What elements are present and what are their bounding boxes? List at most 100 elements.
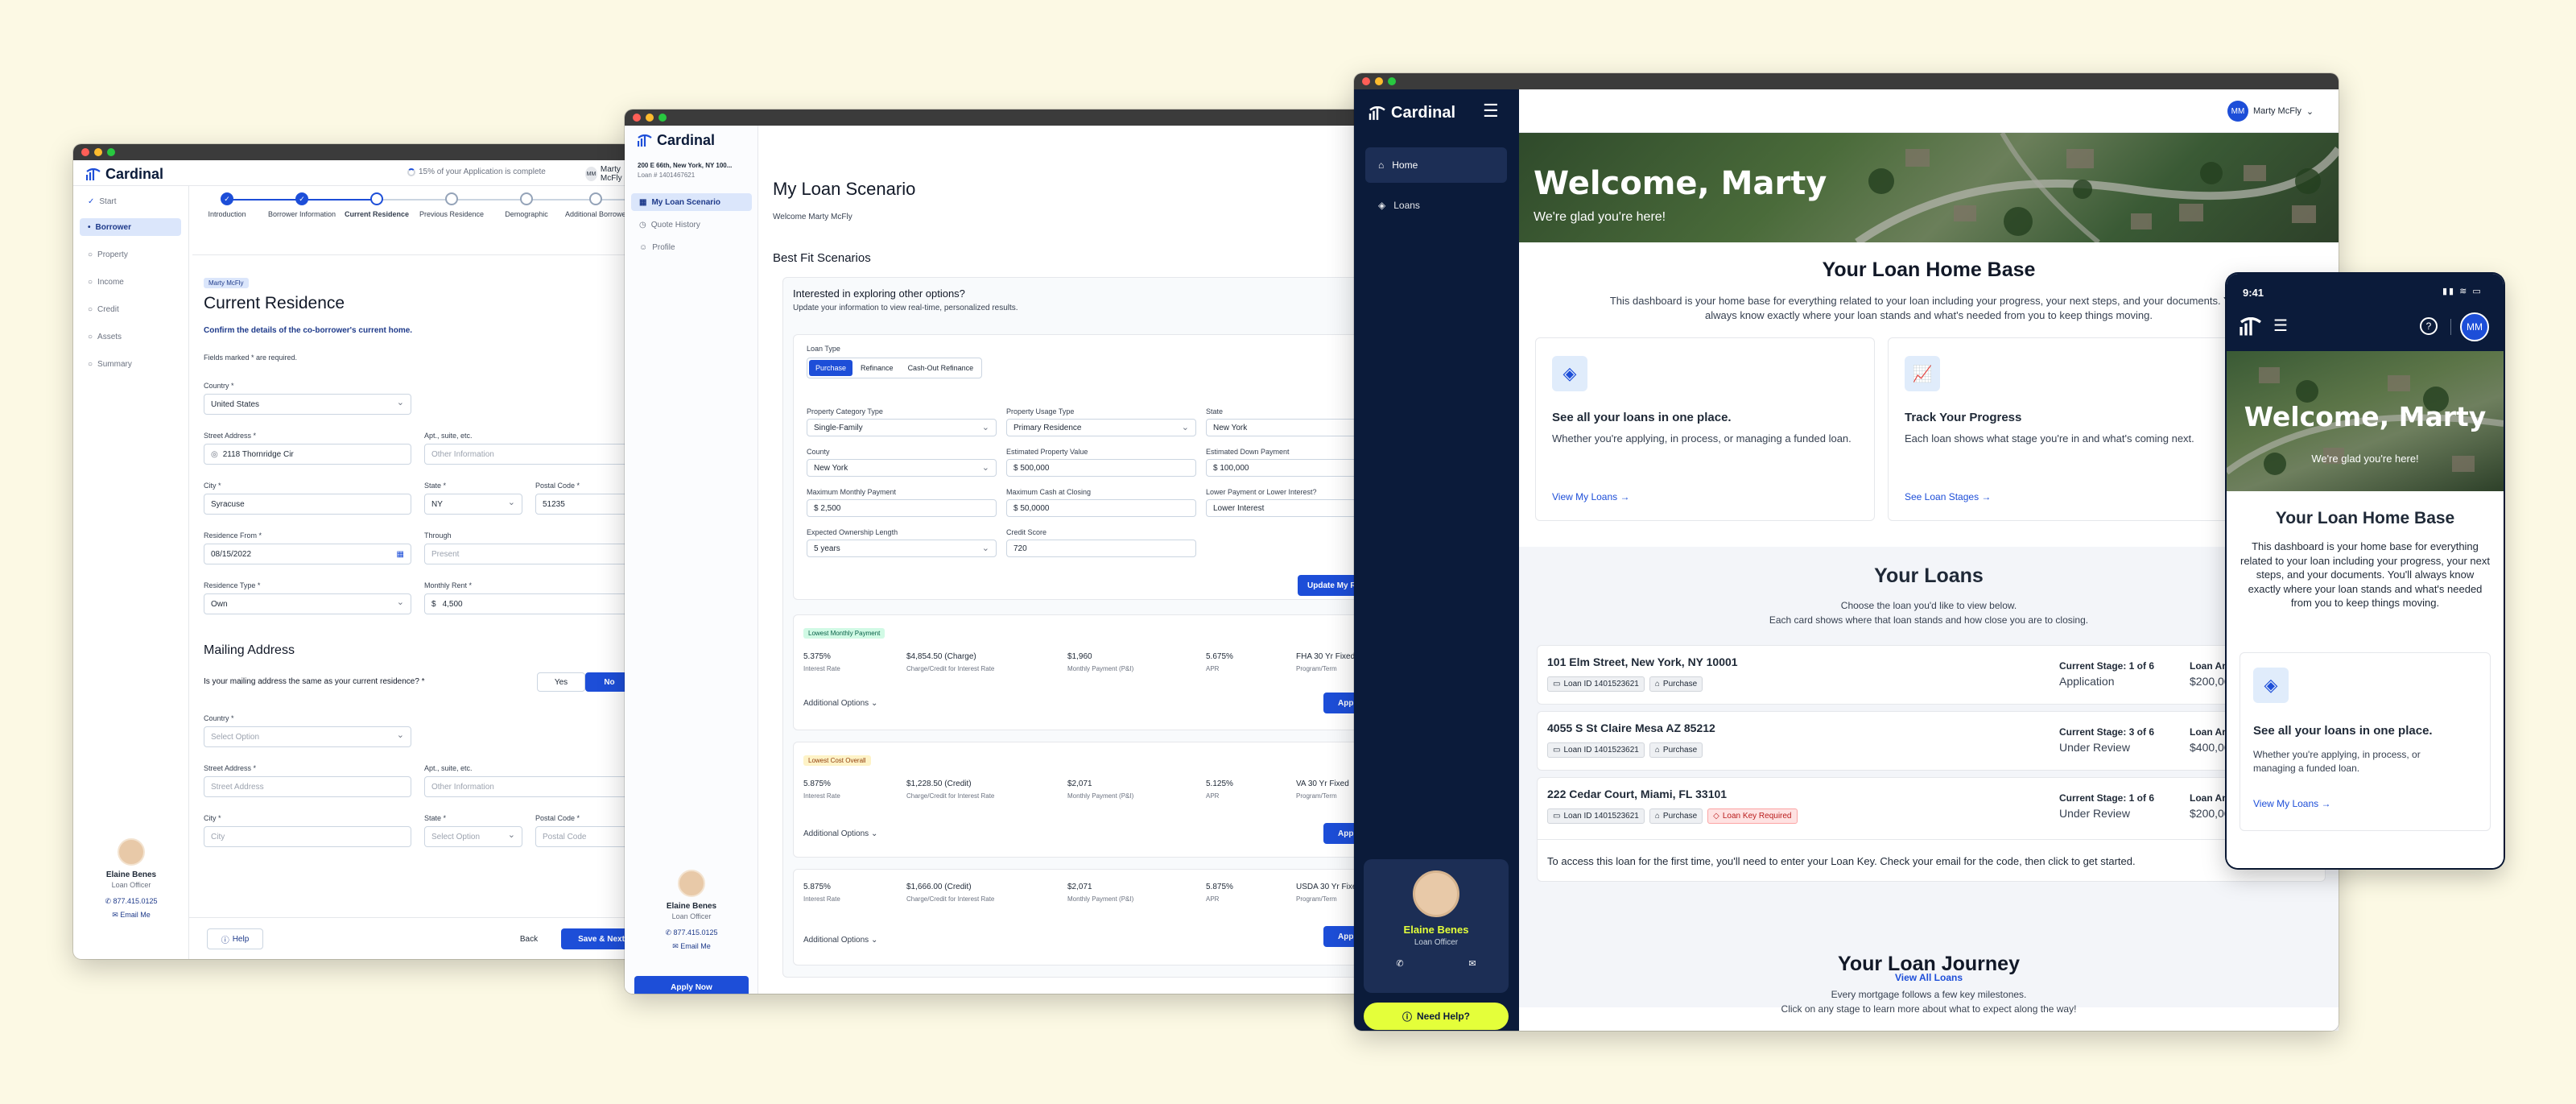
hamburger-menu-icon[interactable]: ☰ — [2273, 316, 2288, 336]
view-my-loans-link[interactable]: View My Loans → — [1552, 491, 1630, 502]
field-value: 720 — [1013, 544, 1027, 553]
officer-email[interactable]: ✉ Email Me — [73, 911, 189, 920]
city-field[interactable]: Syracuse — [204, 494, 411, 515]
cash-closing-field[interactable]: $ 50,0000 — [1006, 499, 1196, 517]
payment-value: $2,071 — [1067, 779, 1092, 788]
close-dot[interactable] — [1362, 77, 1370, 85]
nav-my-loan-scenario[interactable]: ▦ My Loan Scenario — [631, 193, 752, 211]
sidebar-item-credit[interactable]: ○ Credit — [80, 300, 181, 318]
brand-logo[interactable]: Cardinal — [86, 166, 163, 183]
additional-options-toggle[interactable]: Additional Options ⌄ — [803, 936, 877, 945]
officer-phone[interactable]: ✆ 877.415.0125 — [625, 928, 758, 937]
rent-field[interactable]: $4,500 — [424, 593, 637, 614]
apr-value: 5.125% — [1206, 779, 1233, 788]
street-field[interactable]: ◎ 2118 Thornridge Cir — [204, 444, 411, 465]
brand-logo[interactable]: Cardinal — [638, 132, 715, 149]
sidebar-item-start[interactable]: ✓ Start — [80, 192, 181, 210]
officer-email[interactable]: ✉ Email Me — [625, 942, 758, 951]
nav-loans[interactable]: ◈ Loans — [1365, 188, 1507, 223]
loan-type-purchase[interactable]: Purchase — [809, 360, 853, 376]
maximize-dot[interactable] — [658, 114, 667, 122]
step-demographic[interactable]: Demographic — [490, 192, 563, 218]
yes-toggle[interactable]: Yes — [537, 672, 585, 692]
down-payment-field[interactable]: $ 100,000 — [1206, 459, 1373, 477]
see-loan-stages-link[interactable]: See Loan Stages → — [1905, 491, 1991, 502]
officer-role: Loan Officer — [671, 912, 712, 920]
avatar[interactable]: MM — [2460, 312, 2489, 341]
additional-options-toggle[interactable]: Additional Options ⌄ — [803, 699, 877, 708]
property-usage-select[interactable]: Primary Residence — [1006, 419, 1196, 436]
help-icon[interactable]: ? — [2420, 317, 2438, 335]
step-current-residence[interactable]: Current Residence — [341, 192, 413, 218]
brand-logo[interactable] — [2240, 316, 2262, 341]
property-value-field[interactable]: $ 500,000 — [1006, 459, 1196, 477]
mobile-device: 9:41 ▮▮ ≋ ▭ ☰ ? MM Welcome, Marty We're … — [2227, 274, 2504, 868]
apply-now-button[interactable]: Apply Now — [634, 976, 749, 994]
loan-type-refinance[interactable]: Refinance — [854, 360, 900, 376]
m-postal-field[interactable]: Postal Code — [535, 826, 637, 847]
step-label: Borrower Information — [267, 210, 336, 218]
mail-icon[interactable]: ✉ — [1468, 958, 1476, 969]
sidebar-item-property[interactable]: ○ Property — [80, 246, 181, 263]
monthly-payment-field[interactable]: $ 2,500 — [807, 499, 997, 517]
apt-field[interactable]: Other Information — [424, 444, 637, 465]
additional-options-toggle[interactable]: Additional Options ⌄ — [803, 829, 877, 838]
step-introduction[interactable]: ✓ Introduction — [191, 192, 263, 218]
minimize-dot[interactable] — [94, 148, 102, 156]
close-dot[interactable] — [633, 114, 641, 122]
step-additional-borrowers[interactable]: Additional Borrowers — [565, 192, 632, 218]
phone-text: 877.415.0125 — [113, 897, 158, 905]
nav-home[interactable]: ⌂ Home — [1365, 147, 1507, 183]
m-country-select[interactable]: Select Option — [204, 726, 411, 747]
help-icon: ⓘ — [221, 936, 229, 945]
nav-label: My Loan Scenario — [651, 197, 721, 207]
sidebar-item-assets[interactable]: ○ Assets — [80, 328, 181, 345]
step-borrower-information[interactable]: ✓ Borrower Information — [266, 192, 338, 218]
back-button[interactable]: Back — [506, 928, 551, 949]
maximize-dot[interactable] — [107, 148, 115, 156]
hamburger-menu-icon[interactable]: ☰ — [1483, 101, 1499, 122]
sidebar-item-income[interactable]: ○ Income — [80, 273, 181, 291]
from-date-field[interactable]: 08/15/2022 ▦ — [204, 544, 411, 564]
county-select[interactable]: New York — [807, 459, 997, 477]
m-apt-field[interactable]: Other Information — [424, 776, 637, 797]
calendar-icon: ▦ — [396, 549, 404, 559]
loan-card[interactable]: 101 Elm Street, New York, NY 10001 ▭ Loan… — [1537, 645, 2326, 705]
field-value: $ 50,0000 — [1013, 503, 1050, 513]
nav-quote-history[interactable]: ◷ Quote History — [631, 216, 752, 234]
m-state-select[interactable]: Select Option — [424, 826, 522, 847]
need-help-button[interactable]: ⓘ Need Help? — [1364, 1003, 1509, 1030]
loan-card[interactable]: 4055 S St Claire Mesa AZ 85212 ▭ Loan ID … — [1537, 711, 2326, 771]
brand-logo[interactable]: Cardinal — [1368, 104, 1455, 122]
maximize-dot[interactable] — [1388, 77, 1396, 85]
postal-field[interactable]: 51235 — [535, 494, 637, 515]
help-button[interactable]: ⓘ Help — [207, 928, 263, 949]
phone-icon[interactable]: ✆ — [1396, 958, 1403, 969]
credit-score-field[interactable]: 720 — [1006, 540, 1196, 557]
nav-profile[interactable]: ☺ Profile — [631, 238, 752, 256]
close-dot[interactable] — [81, 148, 89, 156]
ownership-length-select[interactable]: 5 years — [807, 540, 997, 557]
loan-card[interactable]: 222 Cedar Court, Miami, FL 33101 ▭ Loan I… — [1537, 777, 2326, 882]
country-select[interactable]: United States — [204, 394, 411, 415]
residence-type-select[interactable]: Own — [204, 593, 411, 614]
user-menu[interactable]: MM Marty McFly ⌄ — [2227, 101, 2314, 122]
loan-type-cashout[interactable]: Cash-Out Refinance — [902, 360, 980, 376]
state-select[interactable]: New York — [1206, 419, 1373, 436]
state-select[interactable]: NY — [424, 494, 522, 515]
badge-text: Loan ID 1401523621 — [1563, 680, 1639, 688]
property-category-select[interactable]: Single-Family — [807, 419, 997, 436]
minimize-dot[interactable] — [1375, 77, 1383, 85]
m-street-field[interactable]: Street Address — [204, 776, 411, 797]
lower-interest-field[interactable]: Lower Interest — [1206, 499, 1373, 517]
step-previous-residence[interactable]: Previous Residence — [415, 192, 488, 218]
badge-text: Loan ID 1401523621 — [1563, 746, 1639, 755]
view-my-loans-link[interactable]: View My Loans → — [2253, 798, 2331, 809]
officer-phone[interactable]: ✆ 877.415.0125 — [73, 897, 189, 906]
sidebar-item-borrower[interactable]: • Borrower — [80, 218, 181, 236]
m-city-field[interactable]: City — [204, 826, 411, 847]
minimize-dot[interactable] — [646, 114, 654, 122]
program-value: VA 30 Yr Fixed — [1296, 779, 1349, 788]
through-field[interactable]: Present — [424, 544, 637, 564]
sidebar-item-summary[interactable]: ○ Summary — [80, 355, 181, 373]
